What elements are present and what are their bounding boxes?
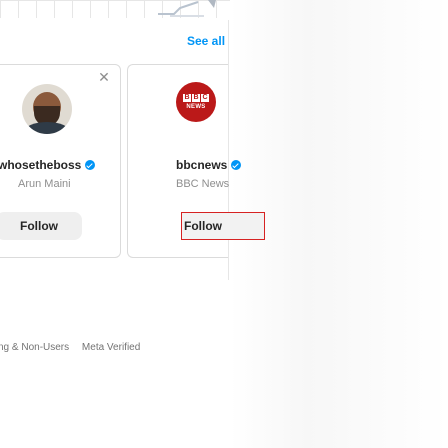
follow-button-whosetheboss[interactable]: Follow — [0, 212, 82, 240]
verified-icon — [85, 160, 96, 170]
bbc-logo-blocks: BBC — [183, 94, 209, 102]
handle-bbcnews[interactable]: bbcnews — [176, 158, 242, 172]
handle-text: bbcnews — [176, 158, 228, 172]
subtitle-bbc-news: BBC News — [176, 178, 230, 190]
avatar[interactable] — [22, 84, 72, 134]
avatar-shirt — [24, 122, 70, 134]
footer-links: ng & Non-Users Meta Verified — [0, 342, 140, 353]
panel-divider — [228, 20, 229, 280]
footer-link-users[interactable]: ng & Non-Users — [0, 342, 69, 353]
follow-button-bbcnews[interactable]: Follow — [181, 212, 265, 240]
see-all-link[interactable]: See all — [187, 34, 225, 48]
top-image-fragment — [158, 0, 216, 17]
bbc-logo-news-text: NEWS — [186, 104, 206, 110]
verified-icon — [231, 160, 242, 170]
bbc-news-avatar[interactable]: BBC NEWS — [176, 82, 216, 122]
handle-text: whosetheboss — [0, 158, 82, 172]
footer-link-meta-verified[interactable]: Meta Verified — [82, 342, 140, 353]
handle-whosetheboss[interactable]: whosetheboss — [0, 158, 96, 172]
close-icon[interactable]: ✕ — [96, 69, 112, 85]
subtitle-arun-maini: Arun Maini — [18, 178, 71, 190]
